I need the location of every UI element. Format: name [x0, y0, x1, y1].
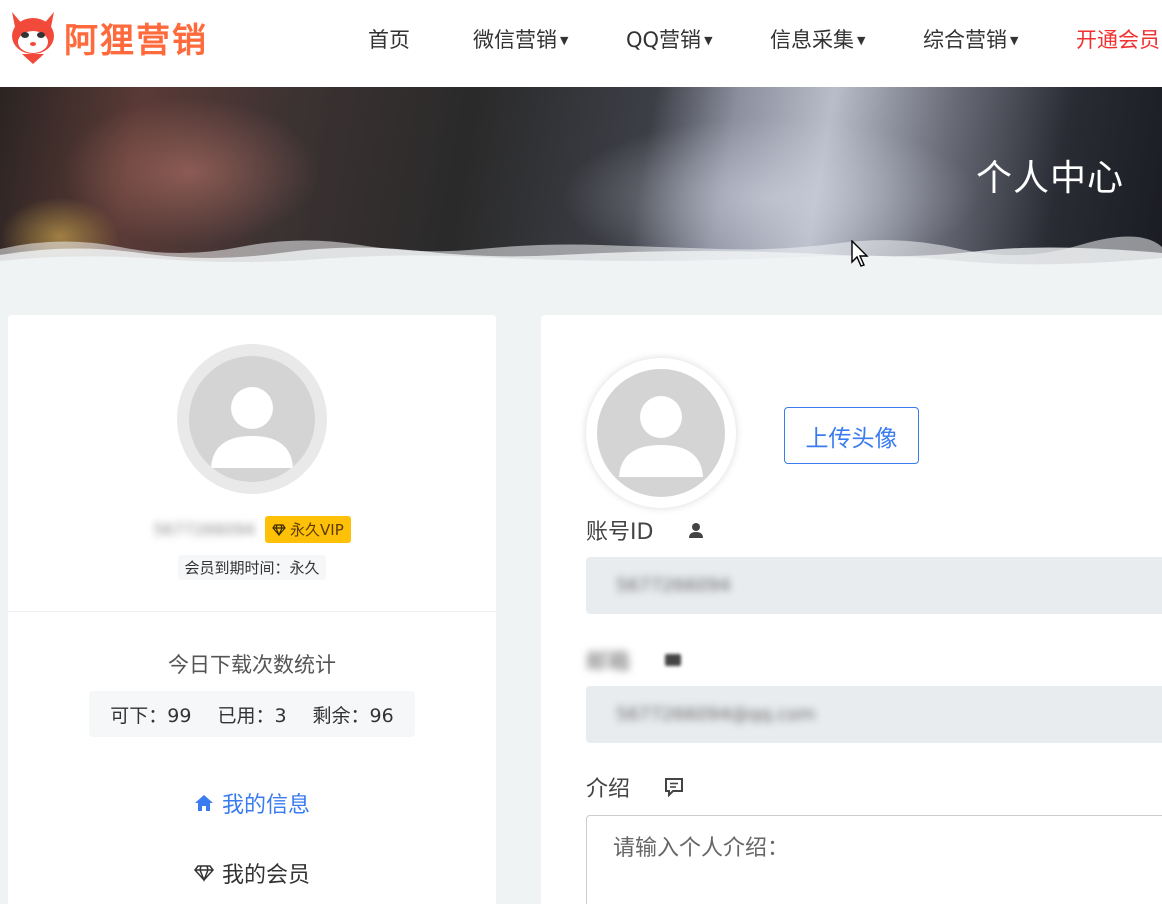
nav-qq-marketing[interactable]: QQ营销 ▼ [626, 24, 713, 54]
intro-textarea[interactable] [586, 815, 1162, 904]
logo-text: 阿狸营销 [64, 20, 208, 61]
menu-my-info-label: 我的信息 [221, 793, 310, 818]
nav-info-collection[interactable]: 信息采集 ▼ [770, 24, 865, 54]
menu-my-info[interactable]: 我的信息 [8, 787, 496, 819]
download-stats: 可下：99 已用：3 剩余：96 [89, 691, 415, 737]
caret-down-icon: ▼ [560, 34, 569, 47]
account-id-field[interactable]: 5677266094 [586, 557, 1162, 614]
intro-label-text: 介绍 [586, 777, 631, 802]
default-avatar-icon [597, 369, 725, 497]
stat-used: 已用：3 [217, 704, 287, 727]
nav-home-label: 首页 [368, 28, 410, 52]
profile-summary-card: 5677266094 永久VIP 会员到期时间：永久 今日下载次数统计 可下：9… [8, 315, 496, 904]
nav-home[interactable]: 首页 [368, 24, 410, 54]
wave-divider [0, 236, 1162, 267]
mouse-cursor-icon [851, 240, 869, 267]
menu-my-membership-label: 我的会员 [221, 863, 310, 888]
membership-expire-text: 会员到期时间：永久 [178, 555, 326, 580]
comment-icon [665, 778, 684, 797]
stat-available: 可下：99 [110, 704, 192, 727]
default-avatar-icon [189, 356, 315, 482]
account-id-label: 账号ID [586, 514, 705, 546]
fox-mascot-icon [12, 12, 54, 64]
nav-qq-label: QQ营销 [626, 28, 702, 52]
diamond-icon [194, 865, 214, 882]
nav-integrated-label: 综合营销 [923, 28, 1007, 52]
page-title: 个人中心 [975, 158, 1124, 199]
nav-membership-label: 开通会员 [1076, 28, 1160, 52]
site-logo[interactable]: 阿狸营销 [8, 8, 208, 66]
vip-badge: 永久VIP [265, 516, 351, 543]
username: 5677266094 [153, 520, 256, 539]
home-icon [194, 795, 213, 811]
email-value: 5677266094@qq.com [616, 704, 816, 725]
profile-edit-card: 上传头像 账号ID 5677266094 邮箱 5677266094@qq.co… [541, 315, 1162, 904]
account-id-value: 5677266094 [616, 575, 731, 596]
nav-open-membership[interactable]: 开通会员 [1076, 24, 1160, 54]
profile-banner: 个人中心 [0, 87, 1162, 267]
caret-down-icon: ▼ [1010, 34, 1019, 47]
caret-down-icon: ▼ [704, 34, 713, 47]
account-id-label-text: 账号ID [586, 520, 654, 545]
email-label: 邮箱 [586, 644, 682, 676]
vip-badge-label: 永久VIP [290, 521, 344, 539]
user-icon [689, 523, 704, 538]
nav-info-label: 信息采集 [770, 28, 854, 52]
membership-expire: 会员到期时间：永久 [8, 555, 496, 580]
upload-avatar-button[interactable]: 上传头像 [784, 407, 919, 464]
download-stats-title: 今日下载次数统计 [168, 653, 336, 677]
avatar [177, 344, 327, 494]
caret-down-icon: ▼ [857, 34, 866, 47]
menu-my-membership[interactable]: 我的会员 [8, 857, 496, 889]
top-header: 阿狸营销 首页 微信营销 ▼ QQ营销 ▼ 信息采集 ▼ 综合营销 ▼ 开通会员 [0, 0, 1162, 87]
divider [8, 611, 496, 612]
intro-label: 介绍 [586, 771, 684, 803]
stat-remaining: 剩余：96 [312, 704, 394, 727]
email-icon [665, 654, 682, 666]
email-label-text: 邮箱 [586, 650, 631, 675]
diamond-icon [272, 523, 286, 536]
email-field[interactable]: 5677266094@qq.com [586, 686, 1162, 743]
nav-integrated-marketing[interactable]: 综合营销 ▼ [923, 24, 1018, 54]
avatar-preview [586, 358, 736, 508]
nav-wechat-label: 微信营销 [473, 28, 557, 52]
nav-wechat-marketing[interactable]: 微信营销 ▼ [473, 24, 568, 54]
user-info-line: 5677266094 永久VIP [8, 516, 496, 543]
